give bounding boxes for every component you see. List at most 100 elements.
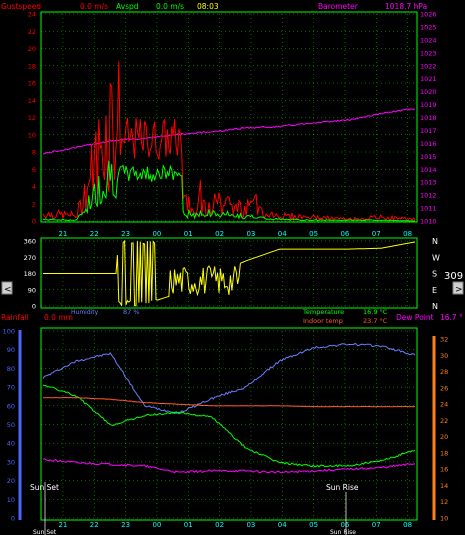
axis-tick-label: 6 [32, 166, 36, 174]
climate-time-axis: 21 22 23 00 01 02 03 04 05 06 07 08 [58, 521, 412, 529]
humidity-line [42, 342, 416, 415]
axis-tick-label: 1024 [420, 36, 437, 44]
time-tick-label: 07 [372, 521, 381, 529]
compass-axis: NWSEN [432, 237, 440, 311]
time-tick-label: 06 [340, 230, 349, 238]
humidity-value: 87 % [123, 308, 140, 316]
compass-label: N [432, 237, 438, 246]
time-tick-label: 23 [121, 521, 130, 529]
dew-label: Dew Point [396, 313, 434, 322]
axis-tick-label: 26 [440, 384, 448, 392]
axis-tick-label: 360 [24, 238, 36, 246]
axis-tick-label: 1021 [420, 75, 437, 83]
axis-tick-label: 1013 [420, 179, 437, 187]
axis-tick-label: 24 [440, 401, 448, 409]
time-tick-label: 00 [152, 230, 161, 238]
axis-tick-label: 2 [32, 200, 36, 208]
dir-left-axis: 0 90 180 270 360 [24, 238, 36, 311]
axis-tick-label: 1020 [420, 88, 437, 96]
axis-tick-label: 12 [28, 114, 36, 122]
axis-tick-label: 18 [440, 449, 448, 457]
time-tick-label: 06 [340, 521, 349, 529]
gust-value: 0.0 m/s [80, 2, 108, 11]
axis-tick-label: 14 [28, 97, 36, 105]
time-tick-label: 02 [215, 230, 224, 238]
axis-tick-label: 1011 [420, 205, 437, 213]
rain-label: Rainfall [1, 313, 29, 322]
humidity-left-axis: 0 10 20 30 40 50 60 70 80 90 100 [3, 328, 15, 523]
chevron-right-icon: > [455, 285, 463, 295]
axis-tick-label: 1016 [420, 140, 437, 148]
time-tick-label: 22 [90, 521, 99, 529]
time-tick-label: 23 [121, 230, 130, 238]
axis-tick-label: 10 [440, 515, 448, 523]
axis-tick-label: 18 [28, 62, 36, 70]
avg-value: 0.0 m/s [156, 2, 184, 11]
time-tick-label: 01 [184, 521, 193, 529]
scroll-left-button[interactable]: < [1, 281, 13, 295]
axis-tick-label: 180 [24, 270, 36, 278]
axis-tick-label: 1012 [420, 192, 437, 200]
sun-set-label: Sun Set [30, 483, 59, 492]
climate-series [42, 342, 416, 474]
axis-tick-label: 32 [440, 336, 448, 344]
axis-tick-label: 1025 [420, 23, 437, 31]
baro-right-axis: 1010 1011 1012 1013 1014 1015 1016 1017 1018 1019… [420, 11, 437, 226]
axis-tick-label: 4 [32, 183, 36, 191]
wind-series [42, 61, 416, 222]
compass-label: E [432, 286, 437, 295]
climate-panel-grid [41, 330, 417, 519]
time-tick-label: 08 [403, 521, 412, 529]
sun-rise-footer: Sun Rise [330, 529, 356, 535]
temp-value: 16.9 °C [363, 308, 388, 316]
climate-labels: Rainfall 0.0 mm Humidity 87 % Temperatur… [1, 308, 463, 325]
axis-tick-label: 100 [3, 328, 15, 336]
time-tick-label: 04 [278, 230, 287, 238]
time-tick-label: 00 [152, 521, 161, 529]
axis-tick-label: 22 [440, 417, 448, 425]
axis-tick-label: 90 [28, 286, 36, 294]
wind-left-axis: 024681012141618202224 [28, 11, 36, 226]
axis-tick-label: 80 [7, 365, 15, 373]
humidity-label: Humidity [71, 309, 99, 316]
current-time: 08:03 [197, 2, 219, 11]
dew-value: 16.7 ° [440, 313, 463, 322]
axis-tick-label: 0 [11, 515, 15, 523]
wind-time-axis: 21 22 23 00 01 02 03 04 05 06 07 08 [58, 230, 412, 238]
axis-tick-label: 8 [32, 149, 36, 157]
axis-tick-label: 1017 [420, 127, 437, 135]
indoor-label: Indoor temp [303, 317, 343, 325]
axis-tick-label: 20 [28, 45, 36, 53]
axis-tick-label: 10 [28, 131, 36, 139]
axis-tick-label: 28 [440, 368, 448, 376]
axis-tick-label: 270 [24, 254, 36, 262]
axis-tick-label: 12 [440, 498, 448, 506]
axis-tick-label: 40 [7, 440, 15, 448]
axis-tick-label: 1023 [420, 49, 437, 57]
axis-tick-label: 16 [28, 80, 36, 88]
scroll-right-button[interactable]: > [452, 281, 464, 295]
temperature-line [42, 384, 416, 468]
axis-tick-label: 20 [440, 433, 448, 441]
axis-tick-label: 1010 [420, 218, 437, 226]
time-tick-label: 22 [90, 230, 99, 238]
axis-tick-label: 0 [32, 303, 36, 311]
time-tick-label: 05 [309, 230, 318, 238]
axis-tick-label: 1026 [420, 11, 437, 19]
axis-tick-label: 22 [28, 28, 36, 36]
temp-label: Temperature [302, 308, 344, 316]
axis-tick-label: 1019 [420, 101, 437, 109]
axis-tick-label: 30 [440, 352, 448, 360]
current-direction: 309 [444, 271, 463, 282]
time-tick-label: 21 [58, 521, 67, 529]
axis-tick-label: 70 [7, 384, 15, 392]
axis-tick-label: 0 [32, 218, 36, 226]
gustspeed-line [42, 61, 416, 222]
axis-tick-label: 30 [7, 458, 15, 466]
compass-label: S [432, 270, 437, 279]
time-tick-label: 07 [372, 230, 381, 238]
time-tick-label: 02 [215, 521, 224, 529]
header-bar: Gustspeed 0.0 m/s Avspd 0.0 m/s 08:03 Ba… [1, 2, 427, 11]
time-tick-label: 01 [184, 230, 193, 238]
temp-right-axis: 10 12 14 16 18 20 22 24 26 28 30 32 [440, 336, 448, 523]
